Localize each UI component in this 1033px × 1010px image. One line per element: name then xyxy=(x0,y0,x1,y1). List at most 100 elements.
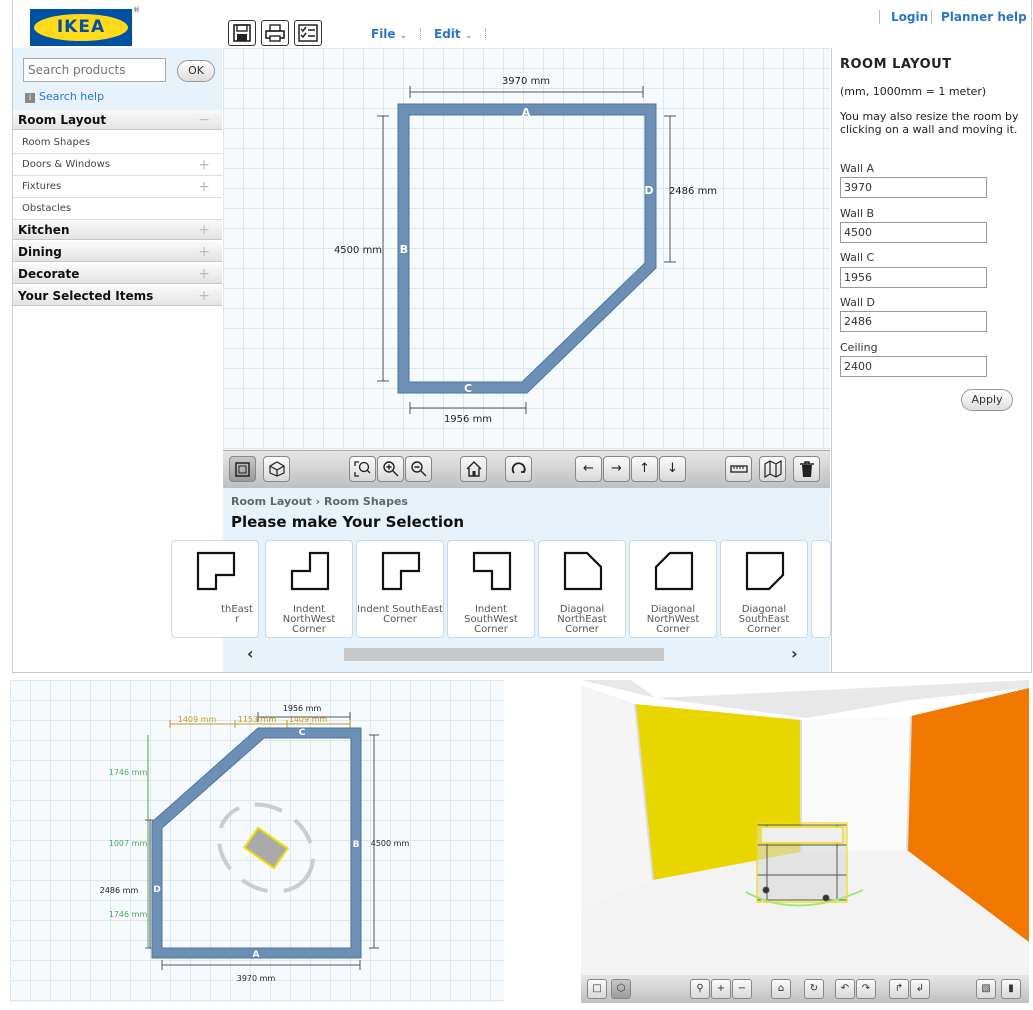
dim-right-b: 4500 mm xyxy=(371,839,410,848)
wall-label-d: D xyxy=(644,184,653,197)
arrow-up-icon[interactable]: ↑ xyxy=(631,456,658,482)
dim-label-a: 3970 mm xyxy=(502,76,550,87)
ruler-icon[interactable] xyxy=(725,456,752,482)
breadcrumb-room-shapes[interactable]: Room Shapes xyxy=(324,495,408,508)
collapse-icon: − xyxy=(198,112,210,128)
shape-card-indent-southeast[interactable]: Indent SouthEast Corner xyxy=(356,540,444,638)
instructions: You may also resize the room by clicking… xyxy=(840,110,1019,136)
category-kitchen[interactable]: Kitchen + xyxy=(13,220,222,240)
wall-b-label: Wall B xyxy=(840,207,875,220)
zoom-out-icon[interactable] xyxy=(405,456,432,482)
link-divider xyxy=(879,10,880,24)
category-dining[interactable]: Dining + xyxy=(13,242,222,262)
apply-button[interactable]: Apply xyxy=(961,389,1013,411)
rotate-icon[interactable]: ↻ xyxy=(804,979,824,999)
arrow-left-icon[interactable]: ← xyxy=(575,456,602,482)
room-walls xyxy=(397,103,657,394)
sidebar-item-doors-windows[interactable]: Doors & Windows + xyxy=(13,154,222,176)
trash-icon[interactable] xyxy=(793,456,820,482)
arrow-down-icon[interactable]: ↓ xyxy=(659,456,686,482)
zoom-in-icon[interactable] xyxy=(377,456,404,482)
shape-card-indent-southwest[interactable]: Indent SouthWest Corner xyxy=(447,540,535,638)
zoom-fit-icon[interactable] xyxy=(349,456,376,482)
scroll-thumb[interactable] xyxy=(344,648,664,661)
save-icon[interactable] xyxy=(228,20,256,46)
planner-help-link[interactable]: Planner help xyxy=(941,10,1027,24)
shape-card-diagonal-northeast[interactable]: Diagonal NorthEast Corner xyxy=(538,540,626,638)
dim-left-upper: 1746 mm xyxy=(109,768,148,777)
tilt-up-icon[interactable]: ↱ xyxy=(889,979,909,999)
shape-card-indent-northwest[interactable]: Indent NorthWest Corner xyxy=(265,540,353,638)
menu-edit[interactable]: Edit ⌄ xyxy=(434,27,472,41)
ikea-logo[interactable]: IKEA xyxy=(30,9,132,46)
pan-right-icon[interactable]: ↷ xyxy=(856,979,876,999)
sidebar-item-obstacles[interactable]: Obstacles xyxy=(13,198,222,220)
wall-label-b: B xyxy=(353,840,360,850)
home-icon[interactable] xyxy=(460,456,487,482)
search-ok-button[interactable]: OK xyxy=(177,60,215,82)
wall-label-c: C xyxy=(299,728,306,738)
2d-view-icon[interactable] xyxy=(229,456,256,482)
category-decorate[interactable]: Decorate + xyxy=(13,264,222,284)
dim-label-d: 2486 mm xyxy=(669,186,717,197)
checklist-icon[interactable] xyxy=(294,20,322,46)
login-link[interactable]: Login xyxy=(891,10,928,24)
shape-card[interactable]: thEast r xyxy=(171,540,259,638)
rotate-icon[interactable] xyxy=(505,456,532,482)
tilt-down-icon[interactable]: ↲ xyxy=(910,979,930,999)
dim-top-c: 1956 mm xyxy=(283,704,322,713)
3d-view-icon[interactable] xyxy=(263,456,290,482)
sidebar-item-room-shapes[interactable]: Room Shapes xyxy=(13,132,222,154)
shape-label: Indent SouthWest Corner xyxy=(464,604,518,635)
zoom-out-icon[interactable]: − xyxy=(732,979,752,999)
shape-label: Diagonal NorthWest Corner xyxy=(646,604,700,635)
floor-plan-canvas[interactable]: A B C D 3970 mm 4500 mm 1956 mm 2486 mm xyxy=(223,48,830,450)
wall-d-field[interactable] xyxy=(840,311,987,332)
rotated-plan-drawing: C B D A 1956 mm 1409 mm 1153 mm 1409 mm … xyxy=(100,704,410,983)
wall-c-field[interactable] xyxy=(840,267,987,288)
wall-label-c: C xyxy=(464,382,472,395)
3d-view[interactable] xyxy=(581,680,1029,1002)
3d-view-icon[interactable]: ⬡ xyxy=(611,979,631,999)
shape-label: Diagonal NorthEast Corner xyxy=(557,604,607,635)
units-note: (mm, 1000mm = 1 meter) xyxy=(840,85,987,98)
menu-file[interactable]: File ⌄ xyxy=(371,27,407,41)
floorplan-icon[interactable]: ▧ xyxy=(976,979,996,999)
zoom-fit-icon[interactable]: ⚲ xyxy=(690,979,710,999)
dim-top-seg1: 1409 mm xyxy=(178,715,217,724)
floorplan-icon[interactable] xyxy=(759,456,786,482)
breadcrumb-room-layout[interactable]: Room Layout xyxy=(231,495,312,508)
search-help-link[interactable]: i Search help xyxy=(25,90,104,103)
3d-toolbar: □ ⬡ ⚲ + − ⌂ ↻ ↶ ↷ ↱ ↲ ▧ ▮ xyxy=(581,975,1029,1003)
wall-label-a: A xyxy=(522,106,531,119)
category-selected-items[interactable]: Your Selected Items + xyxy=(13,286,222,306)
wall-b-field[interactable] xyxy=(840,222,987,243)
brand-name: IKEA xyxy=(56,17,106,37)
scroll-right-button[interactable]: › xyxy=(791,644,798,663)
expand-icon: + xyxy=(198,266,210,282)
search-input[interactable] xyxy=(23,58,166,82)
menu-divider xyxy=(420,28,421,40)
category-room-layout[interactable]: Room Layout − xyxy=(13,110,222,130)
ceiling-field[interactable] xyxy=(840,356,987,377)
wall-label-b: B xyxy=(400,243,408,256)
zoom-in-icon[interactable]: + xyxy=(711,979,731,999)
menu-divider xyxy=(485,28,486,40)
wall-d-label: Wall D xyxy=(840,296,875,309)
pan-left-icon[interactable]: ↶ xyxy=(835,979,855,999)
arrow-right-icon[interactable]: → xyxy=(603,456,630,482)
shape-scrollbar[interactable]: ‹ › xyxy=(231,644,821,663)
expand-icon: + xyxy=(198,179,210,195)
sidebar-item-fixtures[interactable]: Fixtures + xyxy=(13,176,222,198)
home-icon[interactable]: ⌂ xyxy=(771,979,791,999)
trash-icon[interactable]: ▮ xyxy=(1001,979,1021,999)
scroll-left-button[interactable]: ‹ xyxy=(247,644,254,663)
shape-card-diagonal-southeast[interactable]: Diagonal SouthEast Corner xyxy=(720,540,808,638)
2d-view-icon[interactable]: □ xyxy=(587,979,607,999)
shape-card-diagonal-northwest[interactable]: Diagonal NorthWest Corner xyxy=(629,540,717,638)
3d-room-render xyxy=(581,680,1029,975)
placed-item xyxy=(217,802,315,894)
shape-card[interactable] xyxy=(811,540,831,638)
wall-a-field[interactable] xyxy=(840,177,987,198)
print-icon[interactable] xyxy=(261,20,289,46)
